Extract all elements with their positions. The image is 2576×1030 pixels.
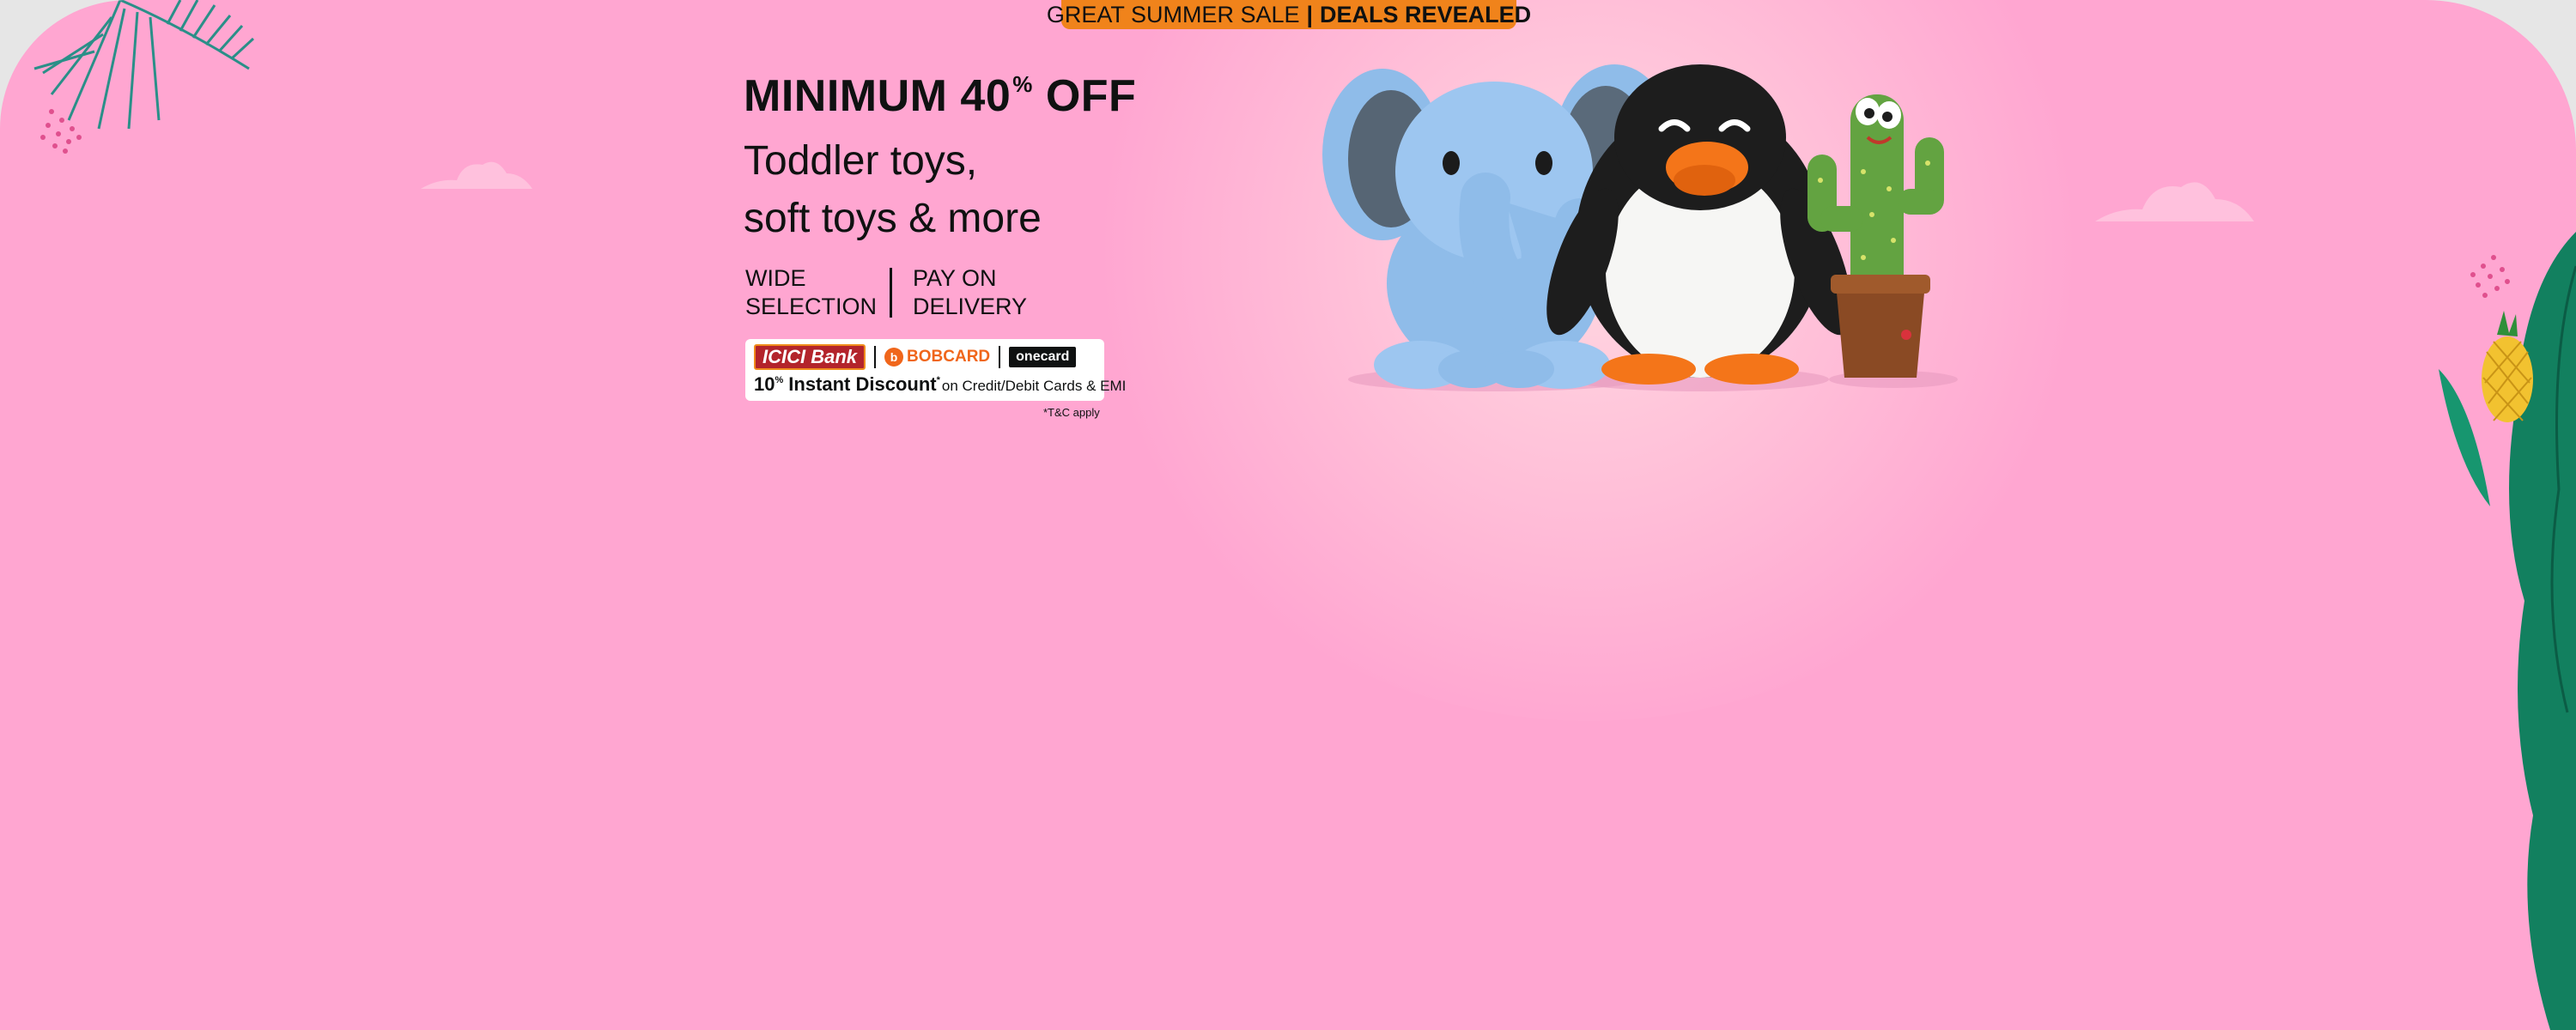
bank-logos: ICICI Bank b BOBCARD onecard [754,344,1077,370]
headline: MINIMUM 40% OFF [744,70,1136,122]
bobcard-label: BOBCARD [907,348,991,366]
headline-suffix: OFF [1045,71,1137,121]
sale-tag-title: GREAT SUMMER SALE [1046,1,1300,27]
tropical-leaves-decoration [2439,232,2576,1030]
sale-tag-subtitle: DEALS REVEALED [1320,1,1532,27]
onecard-logo: onecard [1009,347,1077,367]
icici-bank-logo: ICICI Bank [754,344,866,370]
icici-bank-label: ICICI Bank [762,346,858,367]
discount-title: Instant Discount* [788,373,940,395]
subheadline-line1: Toddler toys, [744,138,978,184]
onecard-label: onecard [1016,349,1070,364]
toys-product-image[interactable] [1314,26,1984,403]
bank-offer-card: ICICI Bank b BOBCARD onecard 10% Instant… [745,339,1126,401]
bob-icon: b [884,348,904,367]
discount-detail: on Credit/Debit Cards & EMI [941,378,1127,394]
bobcard-logo: b BOBCARD [884,348,990,367]
headline-percent: % [1012,71,1033,97]
headline-main: MINIMUM 40 [744,71,1012,121]
bank-divider [874,346,877,368]
palm-leaf-decoration [33,0,255,154]
sale-tag: GREAT SUMMER SALE | DEALS REVEALED [1047,0,1531,29]
discount-value: 10% [754,373,784,395]
terms-note: *T&C apply [1043,406,1100,419]
promo-banner[interactable]: GREAT SUMMER SALE | DEALS REVEALED MINIM… [0,0,2576,1030]
feature-list: WIDE SELECTION PAY ON DELIVERY [745,264,1042,321]
feature-pay-on-delivery: PAY ON DELIVERY [913,265,1028,319]
subheadline-line2: soft toys & more [744,196,1042,241]
cloud-decoration [2095,182,2254,221]
sale-tag-separator: | [1306,1,1314,27]
feature-wide-selection: WIDE SELECTION [745,265,878,319]
feature-divider [890,268,892,318]
discount-line: 10% Instant Discount* on Credit/Debit Ca… [754,373,1126,396]
bank-divider [999,346,1001,368]
cloud-decoration [421,161,532,189]
